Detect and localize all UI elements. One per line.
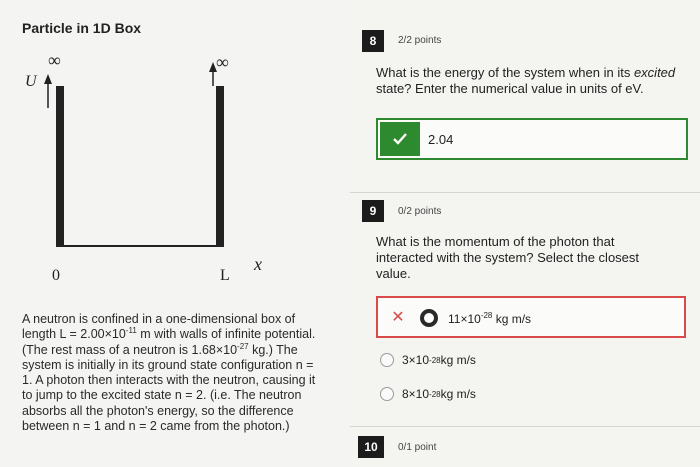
question-points: 0/2 points [398, 206, 442, 217]
problem-panel: Particle in 1D Box U ∞ ∞ 0 L x A neutron… [0, 0, 350, 467]
question-number-badge: 10 [358, 436, 384, 458]
option-item[interactable]: 8×10 -28 kg m/s [380, 384, 476, 404]
left-wall [56, 86, 64, 246]
question-points: 2/2 points [398, 35, 442, 46]
question-number-badge: 8 [362, 30, 384, 52]
selected-option-incorrect[interactable]: ✕ 11×10-28 kg m/s [376, 296, 686, 338]
question-number-badge: 9 [362, 200, 384, 222]
question-text: What is the momentum of the photon that … [376, 234, 640, 281]
problem-statement: A neutron is confined in a one-dimension… [22, 312, 316, 434]
answer-value: 2.04 [428, 132, 454, 147]
u-arrow-head [44, 74, 52, 84]
divider [350, 192, 700, 193]
panel-title: Particle in 1D Box [22, 20, 142, 36]
check-icon [380, 122, 420, 156]
box-diagram: U ∞ ∞ 0 L x [25, 50, 262, 284]
x-label: x [253, 254, 262, 274]
infinity-right: ∞ [216, 52, 229, 72]
radio-button[interactable] [380, 387, 394, 401]
option-label: 11×10-28 kg m/s [448, 311, 532, 326]
option-item[interactable]: 3×10 -28 kg m/s [380, 350, 476, 370]
right-wall [216, 86, 224, 246]
radio-button[interactable] [380, 353, 394, 367]
divider [350, 426, 700, 427]
infinity-left: ∞ [48, 50, 61, 70]
u-label: U [25, 73, 38, 90]
l-label: L [220, 267, 230, 284]
radio-selected[interactable] [420, 309, 438, 327]
close-icon: ✕ [391, 309, 405, 326]
zero-label: 0 [52, 267, 60, 284]
answer-field[interactable]: 2.04 [376, 118, 688, 160]
question-text: What is the energy of the system when in… [376, 65, 676, 96]
question-points: 0/1 point [398, 442, 437, 453]
